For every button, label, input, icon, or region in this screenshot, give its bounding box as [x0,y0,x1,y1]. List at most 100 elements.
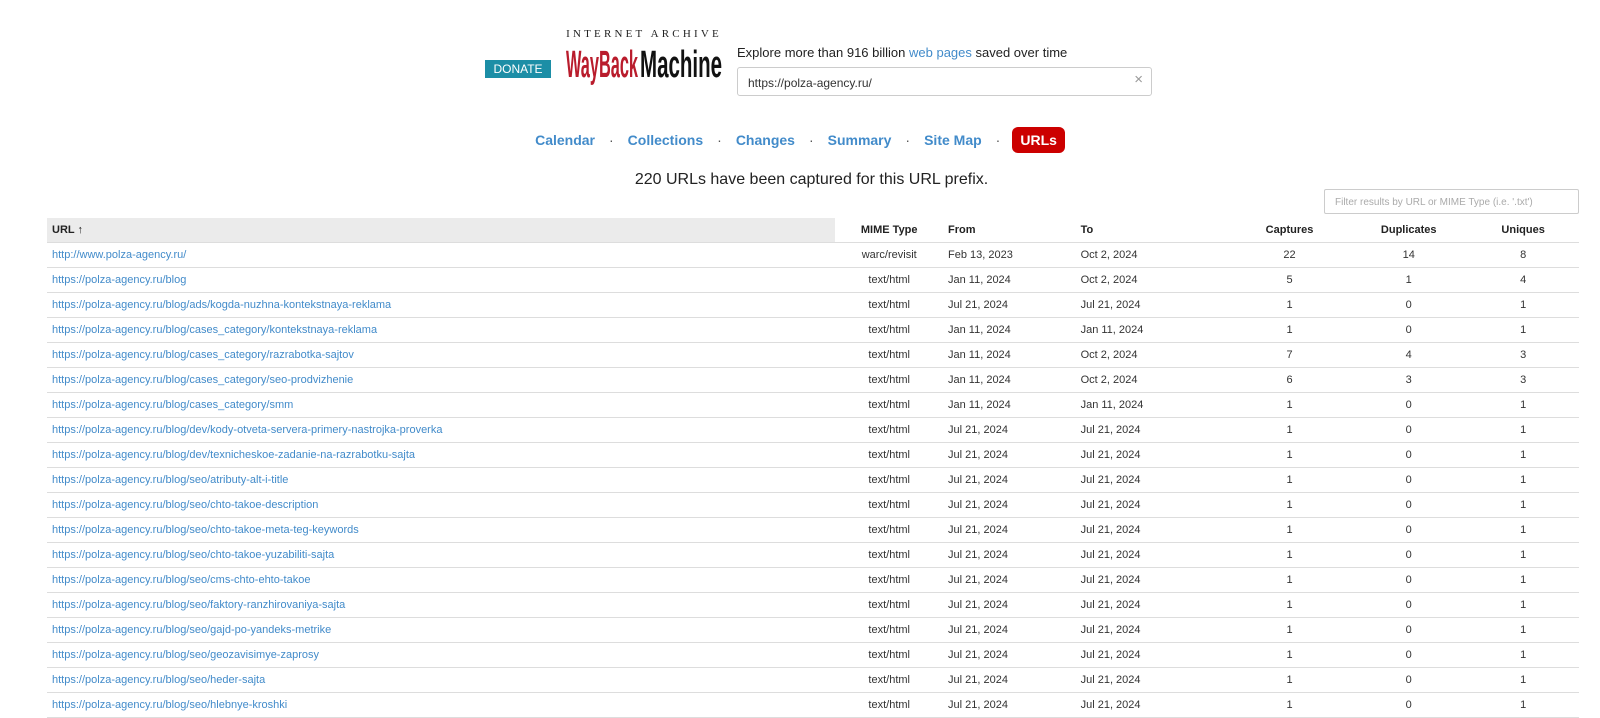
url-link[interactable]: https://polza-agency.ru/blog/seo/atribut… [52,474,288,486]
url-cell: https://polza-agency.ru/blog/seo/chto-ta… [47,492,836,518]
url-link[interactable]: https://polza-agency.ru/blog/seo/hlebnye… [52,699,287,711]
duplicates-cell: 0 [1350,542,1468,568]
from-date-cell: Jul 21, 2024 [943,567,1076,593]
from-date-cell: Jul 21, 2024 [943,642,1076,668]
web-pages-link[interactable]: web pages [909,45,972,60]
to-date-cell: Jul 21, 2024 [1075,467,1229,493]
table-row: https://polza-agency.ru/blog/seo/gajd-po… [47,617,1579,643]
url-link[interactable]: https://polza-agency.ru/blog/seo/chto-ta… [52,499,318,511]
url-cell: https://polza-agency.ru/blog/seo/hlebnye… [47,692,836,718]
column-header-duplicates[interactable]: Duplicates [1350,218,1468,243]
table-row: https://polza-agency.ru/blog/seo/atribut… [47,467,1579,493]
duplicates-cell: 0 [1350,692,1468,718]
to-date-cell: Jul 21, 2024 [1075,617,1229,643]
url-link[interactable]: https://polza-agency.ru/blog/cases_categ… [52,324,377,336]
tab-site-map[interactable]: Site Map [924,132,982,148]
donate-button[interactable]: DONATE [485,60,551,78]
column-header-url[interactable]: URL ↑ [47,218,836,243]
url-link[interactable]: https://polza-agency.ru/blog/seo/heder-s… [52,674,265,686]
url-link[interactable]: http://www.polza-agency.ru/ [52,249,186,261]
mime-type-cell: text/html [835,642,943,668]
url-cell: https://polza-agency.ru/blog/dev/kody-ot… [47,417,836,443]
to-date-cell: Jan 11, 2024 [1075,392,1229,418]
url-link[interactable]: https://polza-agency.ru/blog/dev/texnich… [52,449,415,461]
column-header-to[interactable]: To [1075,218,1229,243]
uniques-cell: 1 [1467,292,1579,318]
url-link[interactable]: https://polza-agency.ru/blog/cases_categ… [52,374,353,386]
to-date-cell: Jan 11, 2024 [1075,317,1229,343]
url-cell: https://polza-agency.ru/blog/seo/chto-ta… [47,517,836,543]
url-link[interactable]: https://polza-agency.ru/blog/cases_categ… [52,399,293,411]
urls-table: URL ↑ MIME Type From To Captures Duplica… [47,218,1579,718]
to-date-cell: Jul 21, 2024 [1075,517,1229,543]
uniques-cell: 1 [1467,667,1579,693]
url-cell: https://polza-agency.ru/blog/cases_categ… [47,317,836,343]
url-link[interactable]: https://polza-agency.ru/blog/seo/chto-ta… [52,524,359,536]
explore-tagline: Explore more than 916 billion web pages … [737,45,1067,60]
mime-type-cell: text/html [835,442,943,468]
from-date-cell: Jan 11, 2024 [943,267,1076,293]
url-search-box[interactable]: × [737,67,1152,96]
to-date-cell: Jul 21, 2024 [1075,492,1229,518]
url-search-input[interactable] [746,72,1130,93]
tab-changes[interactable]: Changes [736,132,795,148]
url-link[interactable]: https://polza-agency.ru/blog/seo/chto-ta… [52,549,334,561]
url-cell: https://polza-agency.ru/blog/seo/gajd-po… [47,617,836,643]
captures-cell: 1 [1228,617,1351,643]
filter-input[interactable] [1333,194,1573,211]
url-cell: https://polza-agency.ru/blog/dev/texnich… [47,442,836,468]
uniques-cell: 1 [1467,567,1579,593]
captures-cell: 1 [1228,542,1351,568]
mime-type-cell: text/html [835,342,943,368]
column-header-uniques[interactable]: Uniques [1467,218,1579,243]
tab-summary[interactable]: Summary [828,132,892,148]
uniques-cell: 1 [1467,317,1579,343]
tab-collections[interactable]: Collections [628,132,703,148]
capture-summary: 220 URLs have been captured for this URL… [634,171,989,188]
url-link[interactable]: https://polza-agency.ru/blog/cases_categ… [52,349,354,361]
svg-text:Machine: Machine [640,44,722,86]
mime-type-cell: text/html [835,567,943,593]
column-header-captures[interactable]: Captures [1228,218,1351,243]
filter-box[interactable] [1324,189,1579,214]
captures-cell: 1 [1228,642,1351,668]
clear-icon[interactable]: × [1134,71,1143,88]
mime-type-cell: text/html [835,692,943,718]
tab-calendar[interactable]: Calendar [535,132,595,148]
captures-cell: 1 [1228,492,1351,518]
column-header-mime-type[interactable]: MIME Type [835,218,943,243]
url-cell: https://polza-agency.ru/blog/seo/chto-ta… [47,542,836,568]
uniques-cell: 1 [1467,642,1579,668]
url-link[interactable]: https://polza-agency.ru/blog/seo/gajd-po… [52,624,331,636]
duplicates-cell: 0 [1350,642,1468,668]
table-row: https://polza-agency.ru/blog/seo/cms-cht… [47,567,1579,593]
url-link[interactable]: https://polza-agency.ru/blog/ads/kogda-n… [52,299,391,311]
tab-urls[interactable]: URLs [1012,127,1065,153]
duplicates-cell: 1 [1350,267,1468,293]
uniques-cell: 1 [1467,442,1579,468]
url-link[interactable]: https://polza-agency.ru/blog/seo/cms-cht… [52,574,310,586]
url-cell: https://polza-agency.ru/blog/cases_categ… [47,367,836,393]
table-row: https://polza-agency.ru/blog/seo/chto-ta… [47,517,1579,543]
captures-cell: 1 [1228,667,1351,693]
url-link[interactable]: https://polza-agency.ru/blog/seo/geozavi… [52,649,319,661]
captures-cell: 6 [1228,367,1351,393]
nav-separator: · [905,132,911,148]
table-row: https://polza-agency.ru/blog/cases_categ… [47,367,1579,393]
url-link[interactable]: https://polza-agency.ru/blog [52,274,186,286]
nav-separator: · [808,132,814,148]
from-date-cell: Jul 21, 2024 [943,692,1076,718]
url-cell: https://polza-agency.ru/blog/seo/heder-s… [47,667,836,693]
uniques-cell: 1 [1467,592,1579,618]
from-date-cell: Jul 21, 2024 [943,667,1076,693]
url-cell: https://polza-agency.ru/blog [47,267,836,293]
table-row: https://polza-agency.ru/blog/cases_categ… [47,392,1579,418]
captures-cell: 1 [1228,317,1351,343]
uniques-cell: 1 [1467,542,1579,568]
mime-type-cell: text/html [835,467,943,493]
url-link[interactable]: https://polza-agency.ru/blog/seo/faktory… [52,599,345,611]
column-header-from[interactable]: From [943,218,1076,243]
wayback-machine-logo[interactable]: INTERNET ARCHIVE WayBack Machine [566,28,722,86]
url-link[interactable]: https://polza-agency.ru/blog/dev/kody-ot… [52,424,442,436]
captures-cell: 1 [1228,692,1351,718]
